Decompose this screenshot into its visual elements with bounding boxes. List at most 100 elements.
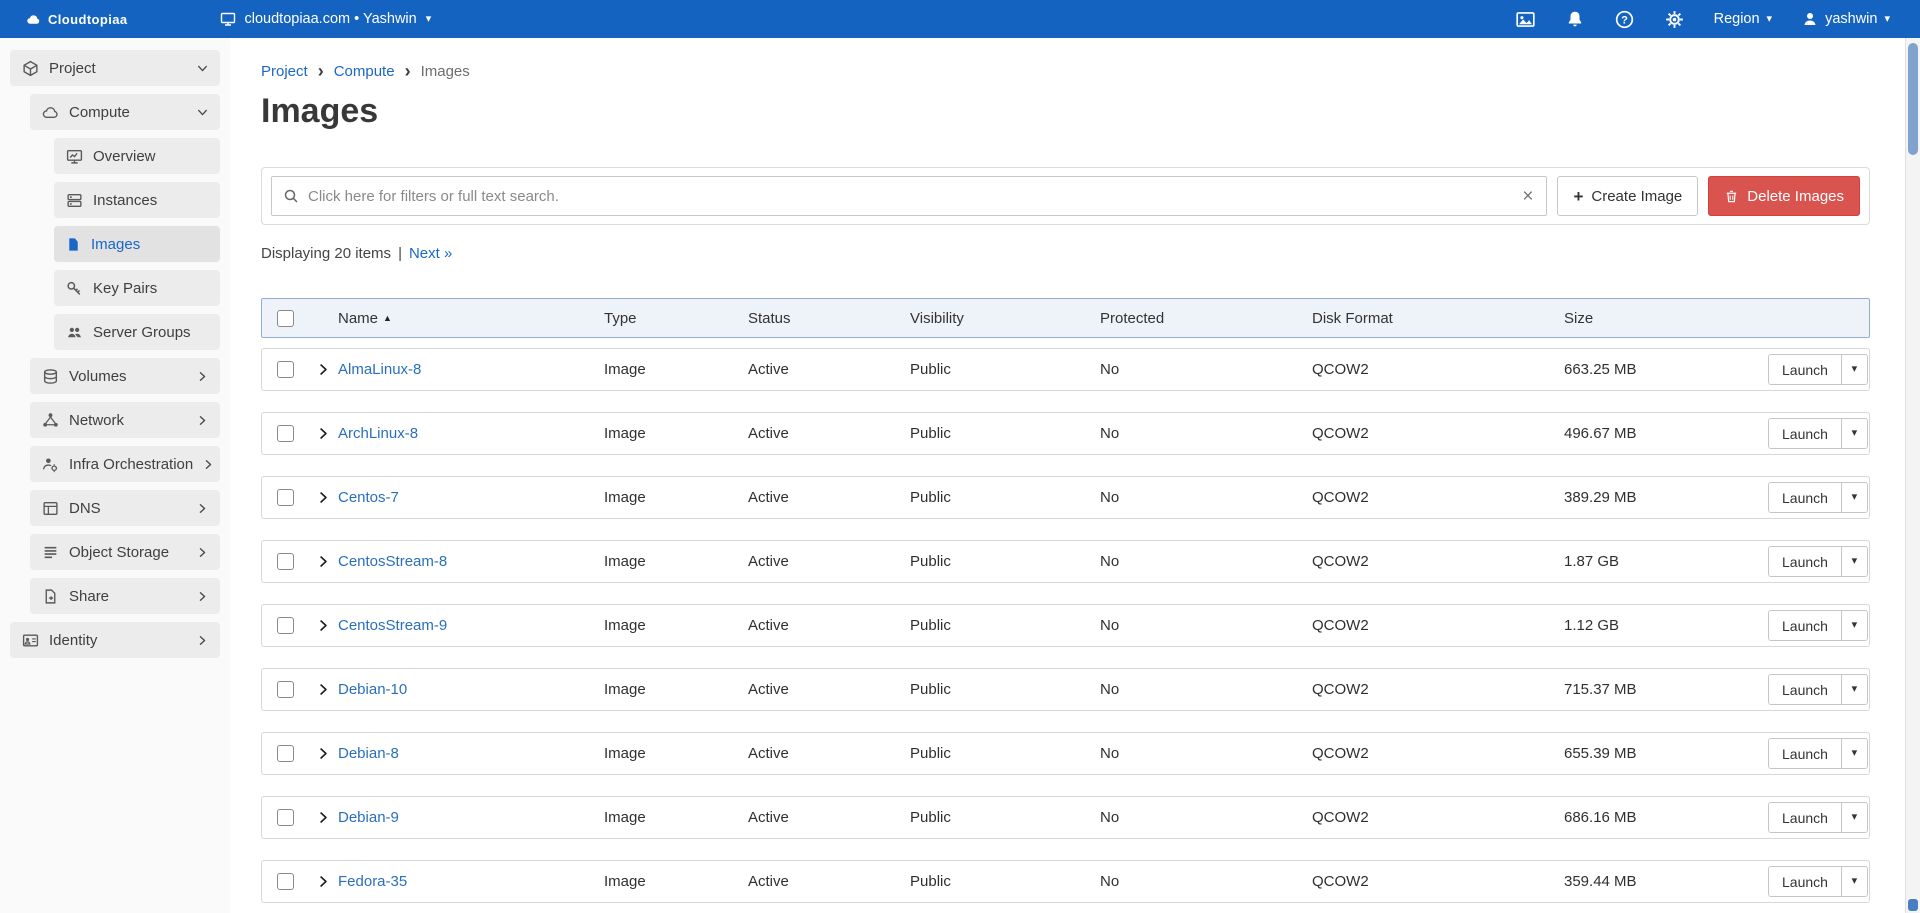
image-name-link[interactable]: ArchLinux-8 xyxy=(338,425,604,442)
launch-button[interactable]: Launch xyxy=(1768,482,1842,513)
domain-switcher[interactable]: cloudtopiaa.com • Yashwin ▾ xyxy=(220,11,432,27)
sidebar-item-key-pairs[interactable]: Key Pairs xyxy=(54,270,220,306)
launch-dropdown-toggle[interactable]: ▾ xyxy=(1841,610,1868,641)
launch-button[interactable]: Launch xyxy=(1768,610,1842,641)
launch-button[interactable]: Launch xyxy=(1768,546,1842,577)
gallery-icon[interactable] xyxy=(1516,10,1535,29)
brand-logo[interactable]: Cloudtopiaa xyxy=(26,12,128,27)
row-expander-icon[interactable] xyxy=(308,619,338,632)
launch-dropdown-toggle[interactable]: ▾ xyxy=(1841,802,1868,833)
row-checkbox[interactable] xyxy=(277,745,294,762)
launch-button[interactable]: Launch xyxy=(1768,418,1842,449)
sidebar-item-label: Project xyxy=(49,60,96,77)
row-expander-icon[interactable] xyxy=(308,363,338,376)
clear-search-icon[interactable]: × xyxy=(1520,187,1535,206)
launch-dropdown-toggle[interactable]: ▾ xyxy=(1841,674,1868,705)
image-name-link[interactable]: Debian-8 xyxy=(338,745,604,762)
sidebar-item-label: Overview xyxy=(93,148,156,165)
scrollbar-thumb[interactable] xyxy=(1908,43,1918,155)
chevron-right-icon xyxy=(197,547,208,558)
chevron-right-icon xyxy=(197,371,208,382)
image-name-link[interactable]: Debian-10 xyxy=(338,681,604,698)
launch-split-button: Launch ▾ xyxy=(1768,802,1868,833)
breadcrumb-compute[interactable]: Compute xyxy=(334,63,395,80)
sidebar-item-dns[interactable]: DNS xyxy=(30,490,220,526)
breadcrumb-project[interactable]: Project xyxy=(261,63,308,80)
launch-dropdown-toggle[interactable]: ▾ xyxy=(1841,354,1868,385)
vertical-scrollbar[interactable] xyxy=(1905,38,1920,913)
row-expander-icon[interactable] xyxy=(308,555,338,568)
image-name-link[interactable]: AlmaLinux-8 xyxy=(338,361,604,378)
status-cell: Active xyxy=(748,617,910,634)
row-expander-icon[interactable] xyxy=(308,491,338,504)
row-expander-icon[interactable] xyxy=(308,747,338,760)
launch-button[interactable]: Launch xyxy=(1768,738,1842,769)
launch-dropdown-toggle[interactable]: ▾ xyxy=(1841,866,1868,897)
sidebar-item-label: Server Groups xyxy=(93,324,191,341)
chevron-down-icon: ▾ xyxy=(1852,428,1858,439)
group-icon xyxy=(66,324,83,341)
status-cell: Active xyxy=(748,553,910,570)
pagination-separator: | xyxy=(398,245,402,262)
image-name-link[interactable]: Centos-7 xyxy=(338,489,604,506)
sidebar-item-compute[interactable]: Compute xyxy=(30,94,220,130)
row-checkbox[interactable] xyxy=(277,361,294,378)
chevron-right-icon: › xyxy=(405,62,411,80)
protected-cell: No xyxy=(1100,681,1312,698)
notifications-icon[interactable] xyxy=(1566,10,1584,28)
create-image-button[interactable]: + Create Image xyxy=(1557,176,1698,216)
sidebar-item-object-storage[interactable]: Object Storage xyxy=(30,534,220,570)
sidebar-item-instances[interactable]: Instances xyxy=(54,182,220,218)
user-menu[interactable]: yashwin ▾ xyxy=(1802,11,1890,27)
sidebar-item-server-groups[interactable]: Server Groups xyxy=(54,314,220,350)
row-checkbox[interactable] xyxy=(277,553,294,570)
help-icon[interactable]: ? xyxy=(1615,10,1634,29)
sidebar-item-volumes[interactable]: Volumes xyxy=(30,358,220,394)
row-checkbox[interactable] xyxy=(277,681,294,698)
size-cell: 686.16 MB xyxy=(1564,809,1768,826)
row-checkbox[interactable] xyxy=(277,809,294,826)
select-all-checkbox[interactable] xyxy=(277,310,294,327)
idcard-icon xyxy=(22,632,39,649)
launch-button[interactable]: Launch xyxy=(1768,866,1842,897)
cloud-logo-icon xyxy=(26,12,41,27)
delete-images-button[interactable]: Delete Images xyxy=(1708,176,1860,216)
sidebar-item-identity[interactable]: Identity xyxy=(10,622,220,658)
size-cell: 359.44 MB xyxy=(1564,873,1768,890)
row-checkbox[interactable] xyxy=(277,489,294,506)
launch-dropdown-toggle[interactable]: ▾ xyxy=(1841,738,1868,769)
launch-button[interactable]: Launch xyxy=(1768,674,1842,705)
column-header-name[interactable]: Name ▲ xyxy=(338,310,604,327)
row-checkbox[interactable] xyxy=(277,617,294,634)
row-expander-icon[interactable] xyxy=(308,811,338,824)
chevron-right-icon xyxy=(197,503,208,514)
launch-dropdown-toggle[interactable]: ▾ xyxy=(1841,546,1868,577)
row-checkbox[interactable] xyxy=(277,873,294,890)
search-input[interactable] xyxy=(308,188,1511,205)
share-icon xyxy=(42,588,59,605)
launch-dropdown-toggle[interactable]: ▾ xyxy=(1841,418,1868,449)
type-cell: Image xyxy=(604,681,748,698)
settings-gear-icon[interactable] xyxy=(1665,10,1684,29)
row-expander-icon[interactable] xyxy=(308,875,338,888)
row-checkbox[interactable] xyxy=(277,425,294,442)
row-expander-icon[interactable] xyxy=(308,683,338,696)
sidebar-item-project[interactable]: Project xyxy=(10,50,220,86)
next-page-link[interactable]: Next » xyxy=(409,245,452,262)
table-row: CentosStream-9 Image Active Public No QC… xyxy=(261,604,1870,647)
launch-button[interactable]: Launch xyxy=(1768,354,1842,385)
image-name-link[interactable]: CentosStream-8 xyxy=(338,553,604,570)
sidebar-item-share[interactable]: Share xyxy=(30,578,220,614)
launch-button[interactable]: Launch xyxy=(1768,802,1842,833)
row-expander-icon[interactable] xyxy=(308,427,338,440)
image-name-link[interactable]: Debian-9 xyxy=(338,809,604,826)
image-name-link[interactable]: Fedora-35 xyxy=(338,873,604,890)
launch-dropdown-toggle[interactable]: ▾ xyxy=(1841,482,1868,513)
sidebar-item-overview[interactable]: Overview xyxy=(54,138,220,174)
sidebar-item-infra-orchestration[interactable]: Infra Orchestration xyxy=(30,446,220,482)
image-name-link[interactable]: CentosStream-9 xyxy=(338,617,604,634)
chevron-down-icon xyxy=(197,107,208,118)
region-dropdown[interactable]: Region ▾ xyxy=(1714,11,1772,27)
sidebar-item-images[interactable]: Images xyxy=(54,226,220,262)
sidebar-item-network[interactable]: Network xyxy=(30,402,220,438)
